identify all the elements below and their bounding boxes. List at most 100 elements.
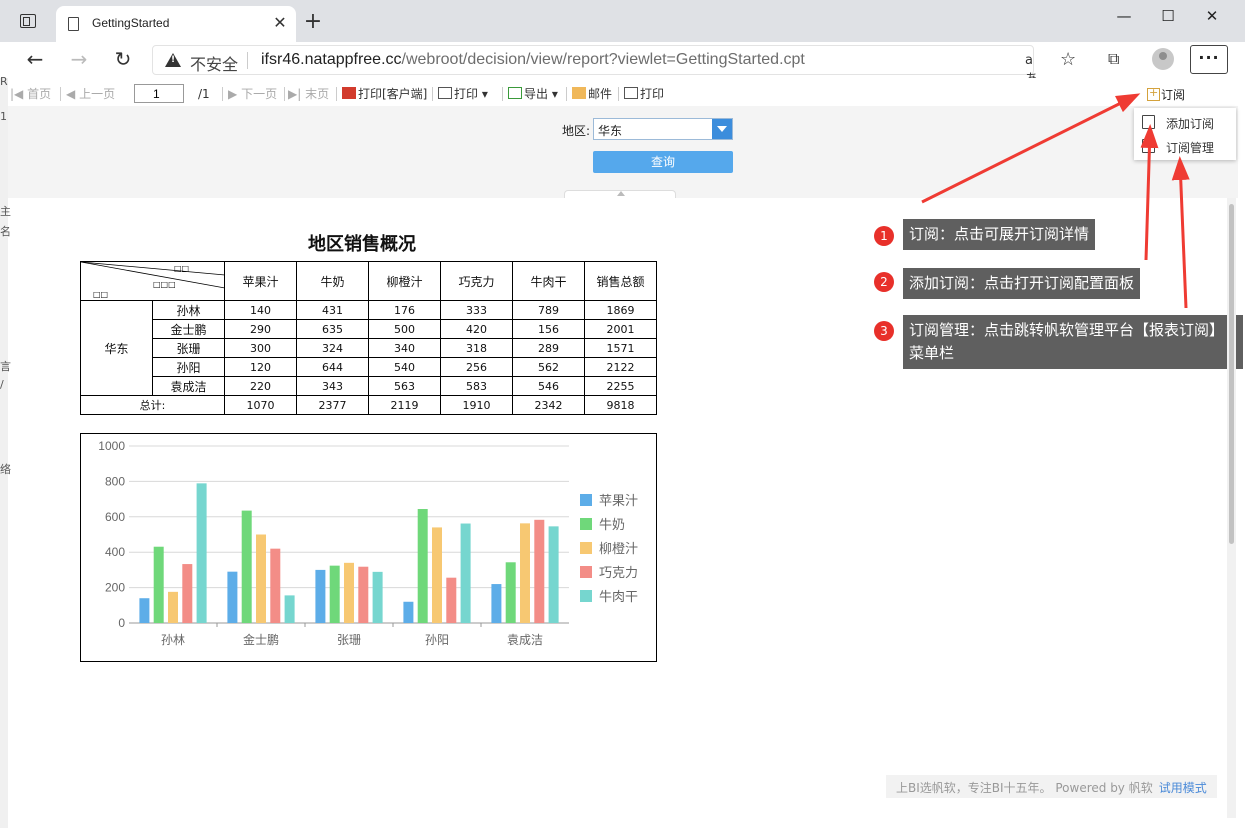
total-cell: 2119 <box>368 395 441 415</box>
page-icon <box>68 17 79 31</box>
table-row: 袁成洁 220 343 563 583 546 2255 <box>81 376 657 396</box>
y-tick-label: 800 <box>105 474 125 488</box>
warning-icon[interactable] <box>165 53 181 67</box>
y-tick-label: 400 <box>105 545 125 559</box>
print-client-button[interactable]: 打印[客户端] <box>342 85 427 102</box>
subscribe-button[interactable]: 订阅 <box>1147 86 1185 103</box>
bar <box>196 483 207 623</box>
settings-menu-button[interactable]: ··· <box>1190 45 1228 74</box>
forward-icon[interactable]: → <box>66 48 92 72</box>
printer-icon <box>438 87 452 99</box>
annotation-box: 订阅：点击可展开订阅详情 <box>903 219 1096 250</box>
table-row: 张珊 300 324 340 318 289 1571 <box>81 338 657 358</box>
maximize-button[interactable]: ☐ <box>1146 4 1190 30</box>
profile-icon[interactable] <box>1152 48 1174 70</box>
legend-label: 柳橙汁 <box>599 542 638 557</box>
tab-title: GettingStarted <box>92 16 170 30</box>
annotation-box: 添加订阅：点击打开订阅配置面板 <box>903 268 1141 299</box>
bar <box>182 564 193 623</box>
prev-page-icon: ◀ <box>66 87 76 101</box>
reload-icon[interactable]: ↻ <box>110 48 136 72</box>
last-page-button[interactable]: ▶| 末页 <box>288 85 329 102</box>
manage-subscription-label: 订阅管理 <box>1166 141 1215 155</box>
column-header: 苹果汁 <box>224 261 297 301</box>
strip-fragment: 1 <box>0 110 7 123</box>
toolbar-divider <box>432 87 433 101</box>
value-cell: 563 <box>368 376 441 396</box>
area-value: 华东 <box>598 124 623 138</box>
minimize-button[interactable]: — <box>1102 4 1146 30</box>
bar <box>329 565 340 623</box>
add-subscription-item[interactable]: 添加订阅 <box>1134 110 1236 134</box>
manage-subscription-icon <box>1142 139 1155 153</box>
print2-button[interactable]: 打印 <box>624 85 664 102</box>
address-bar[interactable]: 不安全 ifsr46.natappfree.cc/webroot/decisio… <box>152 45 1076 87</box>
url-text[interactable]: ifsr46.natappfree.cc/webroot/decision/vi… <box>261 51 805 69</box>
value-cell: 635 <box>296 319 369 339</box>
bar <box>505 562 516 623</box>
browser-tab[interactable]: GettingStarted ✕ <box>56 6 296 42</box>
new-tab-button[interactable]: + <box>302 11 324 34</box>
next-page-icon: ▶ <box>228 87 238 101</box>
mail-button[interactable]: 邮件 <box>572 85 612 102</box>
add-subscription-icon <box>1142 115 1155 129</box>
salesperson-cell: 孙阳 <box>152 357 225 377</box>
value-cell: 290 <box>224 319 297 339</box>
salesperson-cell: 金士鹏 <box>152 319 225 339</box>
mail-icon <box>572 87 586 99</box>
sales-chart: 0 200 400 600 800 1000 孙林 金士鹏 张珊 孙阳 袁成洁 苹果汁 牛奶 柳橙汁 巧克力… <box>80 433 657 662</box>
strip-fragment: R <box>0 75 8 88</box>
security-label[interactable]: 不安全 <box>190 51 238 75</box>
area-select[interactable]: 华东 <box>593 118 733 140</box>
table-row: 孙阳 120 644 540 256 562 2122 <box>81 357 657 377</box>
bar <box>358 566 369 623</box>
scrollbar-thumb[interactable] <box>1229 204 1234 544</box>
collections-icon[interactable]: ⧉ <box>1108 49 1126 68</box>
close-window-button[interactable]: ✕ <box>1190 4 1234 30</box>
value-cell: 176 <box>368 300 441 320</box>
export-button[interactable]: 导出 ▾ <box>508 85 558 102</box>
page-number-input[interactable] <box>134 84 184 103</box>
next-page-button[interactable]: ▶ 下一页 <box>228 85 277 102</box>
tab-actions-icon[interactable] <box>20 14 36 28</box>
strip-fragment: 言 <box>0 360 11 373</box>
diag-label-top: □□ <box>174 264 190 273</box>
close-tab-icon[interactable]: ✕ <box>270 13 290 33</box>
dropdown-arrow-icon[interactable] <box>712 119 732 139</box>
value-cell: 343 <box>296 376 369 396</box>
column-header: 牛奶 <box>296 261 369 301</box>
navigation-bar: ← → ↻ 不安全 ifsr46.natappfree.cc/webroot/d… <box>0 42 1245 87</box>
manage-subscription-item[interactable]: 订阅管理 <box>1134 134 1236 158</box>
print-button[interactable]: 打印 ▾ <box>438 85 488 102</box>
region-cell: 华东 <box>80 300 153 396</box>
add-favorite-icon[interactable]: ☆ <box>1060 49 1076 70</box>
first-page-button[interactable]: |◀ 首页 <box>10 85 51 102</box>
vertical-scrollbar[interactable] <box>1227 198 1236 818</box>
salesperson-cell: 张珊 <box>152 338 225 358</box>
strip-fragment: 络 <box>0 463 11 476</box>
back-icon[interactable]: ← <box>22 48 48 72</box>
trial-mode-link[interactable]: 试用模式 <box>1159 781 1207 795</box>
bar <box>270 548 281 623</box>
collapse-panel-toggle[interactable] <box>564 190 676 198</box>
toolbar-divider <box>60 87 61 101</box>
total-cell: 2377 <box>296 395 369 415</box>
total-cell: 1910 <box>440 395 513 415</box>
bar <box>372 571 383 623</box>
y-tick-label: 1000 <box>98 439 125 453</box>
value-cell: 2122 <box>584 357 657 377</box>
footer-banner: 上BI选帆软，专注BI十五年。 Powered by 帆软 试用模式 <box>886 775 1217 798</box>
sales-table: □□ □□□ □□ 苹果汁 牛奶 柳橙汁 巧克力 牛肉干 销售总额 华东 孙林 14… <box>80 261 657 415</box>
first-page-icon: |◀ <box>10 87 24 101</box>
bar <box>256 534 266 623</box>
mail-label: 邮件 <box>588 87 613 101</box>
browser-window: GettingStarted ✕ + — ☐ ✕ ← → ↻ 不安全 ifsr4… <box>0 0 1245 828</box>
legend-label: 苹果汁 <box>599 494 638 509</box>
y-tick-label: 200 <box>105 581 125 595</box>
query-button[interactable]: 查询 <box>593 151 733 173</box>
prev-page-button[interactable]: ◀ 上一页 <box>66 85 115 102</box>
subscribe-icon <box>1147 86 1160 101</box>
value-cell: 583 <box>440 376 513 396</box>
x-tick-label: 孙阳 <box>425 633 449 647</box>
toolbar-divider <box>336 87 337 101</box>
